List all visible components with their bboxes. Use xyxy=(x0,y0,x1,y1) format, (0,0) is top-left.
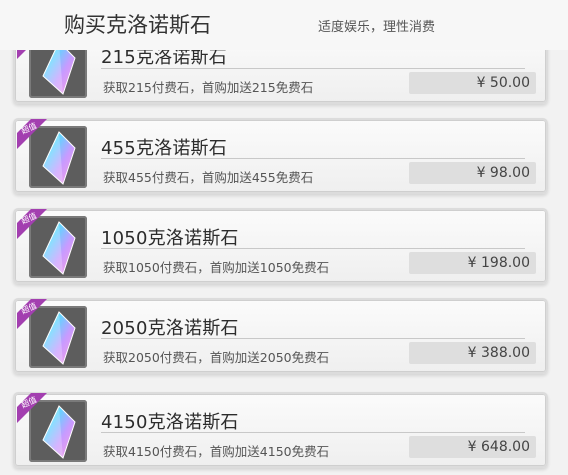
product-list[interactable]: 超值 215克洛诺斯石 获取215付费石，首购加送215免费石 xyxy=(0,0,568,475)
product-name: 455克洛诺斯石 xyxy=(101,138,227,159)
value-badge: 超值 xyxy=(17,299,63,329)
product-card-4150[interactable]: 超值 4150克洛诺斯石 获取4150付费石，首购加送4150免费石 ¥ 648… xyxy=(13,392,548,468)
price-label: ¥ 648.00 xyxy=(467,439,530,455)
product-card-455[interactable]: 超值 455克洛诺斯石 获取455付费石，首购加送455免费石 ¥ 98.00 xyxy=(13,118,548,194)
price-label: ¥ 98.00 xyxy=(476,165,530,181)
product-name: 4150克洛诺斯石 xyxy=(101,412,239,433)
product-description: 获取215付费石，首购加送215免费石 xyxy=(103,80,314,95)
purchase-page: 超值 215克洛诺斯石 获取215付费石，首购加送215免费石 xyxy=(0,0,568,475)
value-badge: 超值 xyxy=(17,119,63,149)
value-badge: 超值 xyxy=(17,393,63,423)
price-button[interactable]: ¥ 198.00 xyxy=(409,252,536,274)
price-label: ¥ 388.00 xyxy=(467,345,530,361)
product-card-2050[interactable]: 超值 2050克洛诺斯石 获取2050付费石，首购加送2050免费石 ¥ 388… xyxy=(13,298,548,374)
price-label: ¥ 50.00 xyxy=(476,75,530,91)
moderation-notice: 适度娱乐，理性消费 xyxy=(318,20,436,35)
price-button[interactable]: ¥ 50.00 xyxy=(409,72,536,94)
divider xyxy=(101,338,525,339)
product-name: 2050克洛诺斯石 xyxy=(101,318,239,339)
product-description: 获取4150付费石，首购加送4150免费石 xyxy=(103,444,330,459)
price-button[interactable]: ¥ 388.00 xyxy=(409,342,536,364)
product-description: 获取2050付费石，首购加送2050免费石 xyxy=(103,350,330,365)
price-label: ¥ 198.00 xyxy=(467,255,530,271)
divider xyxy=(101,158,525,159)
product-description: 获取1050付费石，首购加送1050免费石 xyxy=(103,260,330,275)
divider xyxy=(101,248,525,249)
header-bar: 购买克洛诺斯石 适度娱乐，理性消费 xyxy=(0,0,568,50)
value-badge: 超值 xyxy=(17,209,63,239)
price-button[interactable]: ¥ 98.00 xyxy=(409,162,536,184)
divider xyxy=(101,68,525,69)
product-description: 获取455付费石，首购加送455免费石 xyxy=(103,170,314,185)
product-card-1050[interactable]: 超值 1050克洛诺斯石 获取1050付费石，首购加送1050免费石 ¥ 198… xyxy=(13,208,548,284)
page-title: 购买克洛诺斯石 xyxy=(64,13,211,37)
product-name: 1050克洛诺斯石 xyxy=(101,228,239,249)
price-button[interactable]: ¥ 648.00 xyxy=(409,436,536,458)
divider xyxy=(101,432,525,433)
